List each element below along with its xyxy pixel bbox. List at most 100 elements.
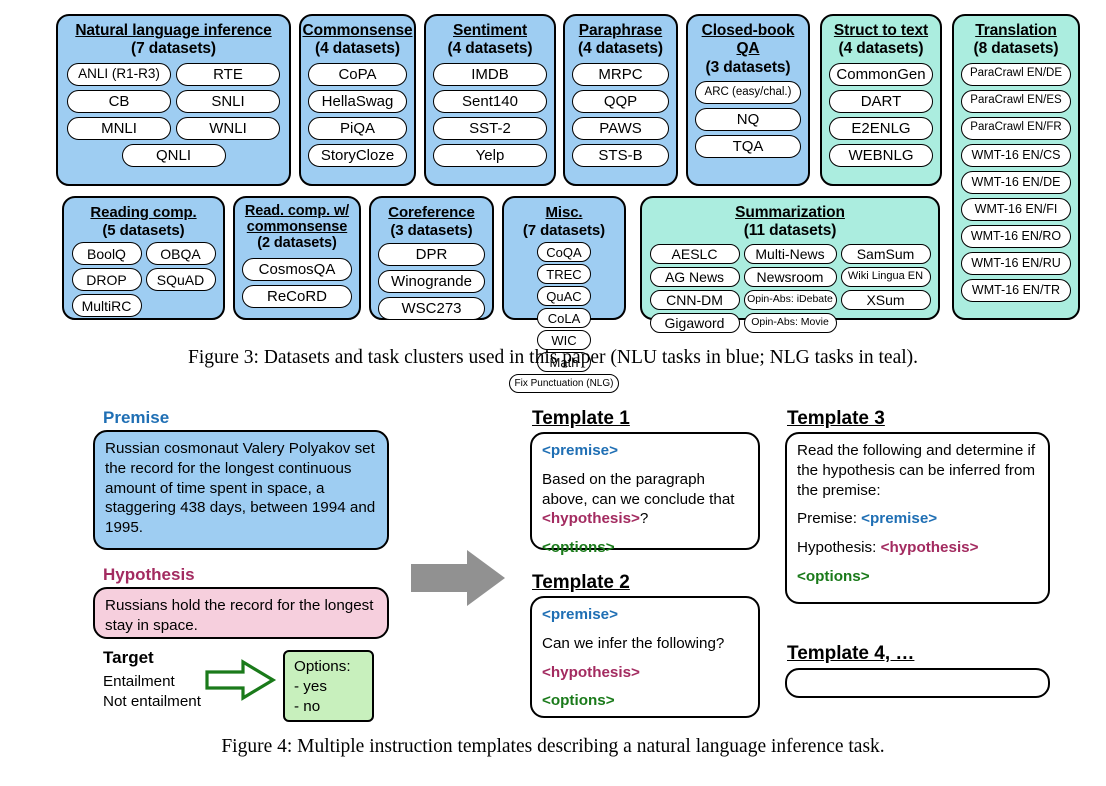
dataset-pill[interactable]: SNLI xyxy=(176,89,280,113)
dataset-pill[interactable]: CosmosQA xyxy=(242,257,352,281)
dataset-pill[interactable]: PiQA xyxy=(308,116,407,140)
options-box: Options: - yes - no xyxy=(283,650,374,722)
cluster-title: Translation (8 datasets) xyxy=(973,22,1059,58)
dataset-pill[interactable]: Yelp xyxy=(433,143,547,167)
dataset-pill[interactable]: Opin-Abs: iDebate xyxy=(743,289,837,310)
template-text: ? xyxy=(639,510,649,528)
dataset-pill[interactable]: WMT-16 EN/CS xyxy=(961,143,1071,167)
dataset-pill[interactable]: Gigaword xyxy=(649,312,740,333)
dataset-pill[interactable]: TQA xyxy=(695,134,801,158)
dataset-pill[interactable]: SQuAD xyxy=(145,268,216,292)
dataset-pill[interactable]: CNN-DM xyxy=(649,289,740,310)
cluster-misc: Misc. (7 datasets) CoQA TREC QuAC CoLA W… xyxy=(502,196,626,394)
dataset-pill[interactable]: MultiRC xyxy=(71,294,142,318)
premise-placeholder: <premise> xyxy=(861,510,938,528)
dataset-pill[interactable]: CoLA xyxy=(537,308,591,329)
dataset-list: CoQA TREC QuAC CoLA WIC Math Fix Punctua… xyxy=(504,239,624,398)
dataset-pill[interactable]: SamSum xyxy=(840,243,931,264)
dataset-pill[interactable]: TREC xyxy=(537,264,591,285)
dataset-list: BoolQ OBQA DROP SQuAD MultiRC xyxy=(64,239,223,323)
cluster-sentiment: Sentiment (4 datasets) IMDB Sent140 SST-… xyxy=(424,14,556,186)
premise-bubble: Russian cosmonaut Valery Polyakov set th… xyxy=(93,430,389,550)
options-placeholder: <options> xyxy=(542,692,615,710)
template-4-title: Template 4, … xyxy=(787,643,915,664)
dataset-pill[interactable]: SST-2 xyxy=(433,116,547,140)
options-placeholder: <options> xyxy=(542,539,615,556)
dataset-pill[interactable]: ANLI (R1-R3) xyxy=(67,62,171,86)
dataset-pill[interactable]: ParaCrawl EN/FR xyxy=(961,116,1071,140)
dataset-pill[interactable]: ParaCrawl EN/ES xyxy=(961,89,1071,113)
dataset-pill[interactable]: CoPA xyxy=(308,62,407,86)
dataset-pill[interactable]: StoryCloze xyxy=(308,143,407,167)
dataset-pill[interactable]: QNLI xyxy=(121,143,226,167)
dataset-list: ARC (easy/chal.) NQ TQA xyxy=(688,77,808,165)
dataset-pill[interactable]: QuAC xyxy=(537,286,591,307)
dataset-pill[interactable]: DPR xyxy=(378,243,485,267)
dataset-pill[interactable]: OBQA xyxy=(145,242,216,266)
template-line: <options> xyxy=(542,691,748,711)
dataset-pill[interactable]: PAWS xyxy=(572,116,669,140)
cluster-struct-to-text: Struct to text (4 datasets) CommonGen DA… xyxy=(820,14,942,186)
dataset-pill[interactable]: AG News xyxy=(649,266,740,287)
dataset-pill[interactable]: Newsroom xyxy=(743,266,837,287)
dataset-pill[interactable]: MNLI xyxy=(67,116,171,140)
dataset-pill[interactable]: WMT-16 EN/RU xyxy=(961,251,1071,275)
premise-placeholder: <premise> xyxy=(542,442,618,459)
cluster-title: Paraphrase (4 datasets) xyxy=(578,22,663,58)
dataset-pill[interactable]: IMDB xyxy=(433,62,547,86)
dataset-pill[interactable]: QQP xyxy=(572,89,669,113)
dataset-pill[interactable]: CommonGen xyxy=(829,62,933,86)
cluster-commonsense: Commonsense (4 datasets) CoPA HellaSwag … xyxy=(299,14,416,186)
dataset-pill[interactable]: Wiki Lingua EN xyxy=(840,266,931,287)
dataset-pill[interactable]: DROP xyxy=(71,268,142,292)
dataset-pill[interactable]: WEBNLG xyxy=(829,143,933,167)
dataset-pill[interactable]: STS-B xyxy=(572,143,669,167)
hypothesis-placeholder: <hypothesis> xyxy=(880,539,979,556)
dataset-pill[interactable]: WNLI xyxy=(176,116,280,140)
template-line: Read the following and determine if the … xyxy=(797,441,1038,500)
cluster-title: Read. comp. w/ commonsense (2 datasets) xyxy=(244,203,350,251)
dataset-pill[interactable]: XSum xyxy=(840,289,931,310)
dataset-list: CommonGen DART E2ENLG WEBNLG xyxy=(822,59,940,174)
dataset-pill[interactable]: Opin-Abs: Movie xyxy=(743,312,837,333)
dataset-pill[interactable]: WMT-16 EN/DE xyxy=(961,170,1071,194)
dataset-pill[interactable]: WMT-16 EN/TR xyxy=(961,278,1071,302)
dataset-pill[interactable]: Multi-News xyxy=(743,243,837,264)
dataset-pill[interactable]: E2ENLG xyxy=(829,116,933,140)
premise-label: Premise xyxy=(103,408,170,427)
dataset-pill[interactable]: WMT-16 EN/RO xyxy=(961,224,1071,248)
dataset-pill[interactable]: WMT-16 EN/FI xyxy=(961,197,1071,221)
hypothesis-label: Hypothesis xyxy=(103,565,195,584)
options-title: Options: xyxy=(294,658,351,675)
dataset-pill[interactable]: ParaCrawl EN/DE xyxy=(961,62,1071,86)
dataset-list: ParaCrawl EN/DE ParaCrawl EN/ES ParaCraw… xyxy=(954,59,1078,309)
dataset-pill[interactable]: HellaSwag xyxy=(308,89,407,113)
dataset-pill[interactable]: AESLC xyxy=(649,243,740,264)
dataset-pill[interactable]: ReCoRD xyxy=(242,284,352,308)
dataset-pill[interactable]: CoQA xyxy=(537,242,591,263)
cluster-title: Reading comp. (5 datasets) xyxy=(90,204,197,239)
dataset-pill[interactable]: DART xyxy=(829,89,933,113)
template-3-box: Read the following and determine if the … xyxy=(785,432,1050,604)
dataset-pill[interactable]: MRPC xyxy=(572,62,669,86)
cluster-natural-language-inference: Natural language inference (7 datasets) … xyxy=(56,14,291,186)
cluster-title: Summarization (11 datasets) xyxy=(735,204,845,240)
dataset-pill[interactable]: WSC273 xyxy=(378,297,485,321)
figure-3-caption: Figure 3: Datasets and task clusters use… xyxy=(187,347,919,368)
dataset-pill[interactable]: NQ xyxy=(695,107,801,131)
options-item: - yes xyxy=(294,677,327,695)
hypothesis-bubble: Russians hold the record for the longest… xyxy=(93,587,389,639)
dataset-pill[interactable]: ARC (easy/chal.) xyxy=(695,80,801,104)
dataset-pill[interactable]: Sent140 xyxy=(433,89,547,113)
dataset-pill[interactable]: Winogrande xyxy=(378,270,485,294)
target-value: Entailment xyxy=(103,673,175,690)
dataset-pill[interactable]: RTE xyxy=(176,62,280,86)
dataset-pill[interactable]: CB xyxy=(67,89,171,113)
target-label: Target xyxy=(103,648,154,667)
hypothesis-text: Russians hold the record for the longest… xyxy=(105,597,374,634)
template-text: Based on the paragraph above, can we con… xyxy=(542,470,735,508)
dataset-pill[interactable]: Fix Punctuation (NLG) xyxy=(509,374,619,394)
dataset-pill[interactable]: BoolQ xyxy=(71,242,142,266)
template-line: <options> xyxy=(542,538,748,558)
template-line: <premise> xyxy=(542,605,748,625)
